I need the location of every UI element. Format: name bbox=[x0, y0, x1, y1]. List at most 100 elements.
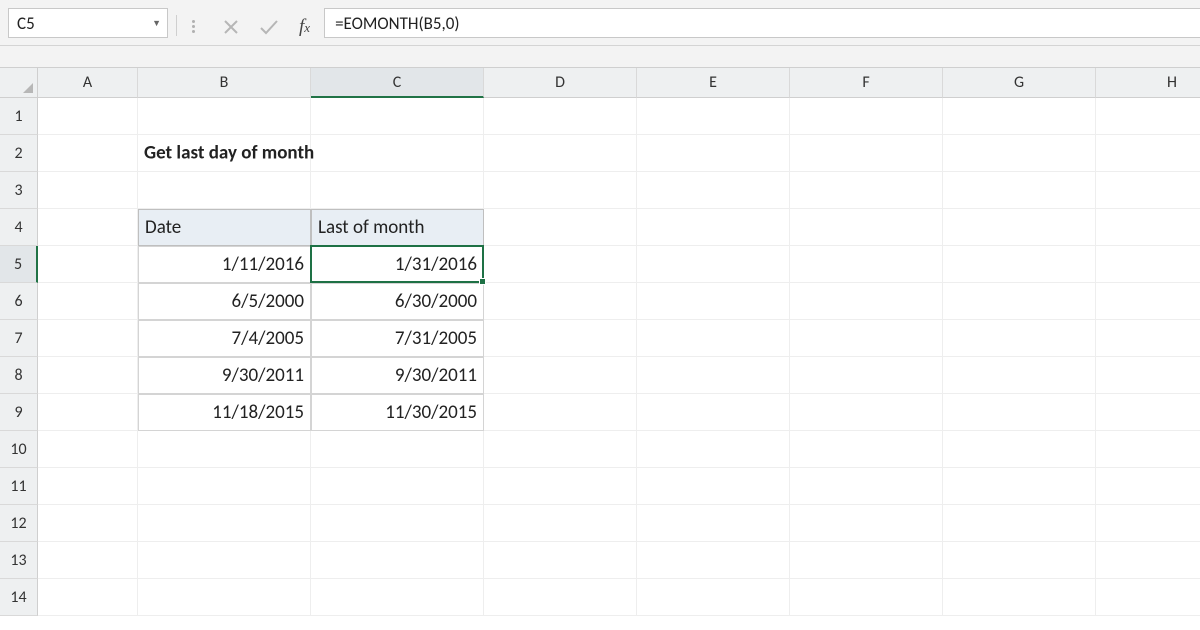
col-head-E[interactable]: E bbox=[637, 68, 790, 98]
cell-G3[interactable] bbox=[943, 172, 1096, 209]
cell-H13[interactable] bbox=[1096, 542, 1200, 579]
cell-C3[interactable] bbox=[311, 172, 484, 209]
cell-C11[interactable] bbox=[311, 468, 484, 505]
formula-input[interactable]: =EOMONTH(B5,0) bbox=[324, 8, 1200, 38]
cell-E4[interactable] bbox=[637, 209, 790, 246]
cell-D8[interactable] bbox=[484, 357, 637, 394]
cell-C13[interactable] bbox=[311, 542, 484, 579]
cell-C6[interactable]: 6/30/2000 bbox=[311, 283, 484, 320]
enter-icon[interactable] bbox=[259, 19, 279, 35]
cell-D12[interactable] bbox=[484, 505, 637, 542]
col-head-H[interactable]: H bbox=[1096, 68, 1200, 98]
cell-E2[interactable] bbox=[637, 135, 790, 172]
cell-D6[interactable] bbox=[484, 283, 637, 320]
cancel-icon[interactable] bbox=[223, 19, 239, 35]
cell-C9[interactable]: 11/30/2015 bbox=[311, 394, 484, 431]
cell-G1[interactable] bbox=[943, 98, 1096, 135]
row-head-5[interactable]: 5 bbox=[0, 246, 38, 283]
cell-F4[interactable] bbox=[790, 209, 943, 246]
cell-F9[interactable] bbox=[790, 394, 943, 431]
cell-B4[interactable]: Date bbox=[138, 209, 311, 246]
cell-C5[interactable]: 1/31/2016 bbox=[311, 246, 484, 283]
cell-B9[interactable]: 11/18/2015 bbox=[138, 394, 311, 431]
cell-G10[interactable] bbox=[943, 431, 1096, 468]
cell-C14[interactable] bbox=[311, 579, 484, 616]
cell-D9[interactable] bbox=[484, 394, 637, 431]
cell-A3[interactable] bbox=[38, 172, 138, 209]
cell-B6[interactable]: 6/5/2000 bbox=[138, 283, 311, 320]
row-head-13[interactable]: 13 bbox=[0, 542, 38, 579]
col-head-A[interactable]: A bbox=[38, 68, 138, 98]
cell-H5[interactable] bbox=[1096, 246, 1200, 283]
row-head-14[interactable]: 14 bbox=[0, 579, 38, 616]
cell-H10[interactable] bbox=[1096, 431, 1200, 468]
cell-A2[interactable] bbox=[38, 135, 138, 172]
cell-A4[interactable] bbox=[38, 209, 138, 246]
cell-E6[interactable] bbox=[637, 283, 790, 320]
cell-B3[interactable] bbox=[138, 172, 311, 209]
cell-F12[interactable] bbox=[790, 505, 943, 542]
cell-A14[interactable] bbox=[38, 579, 138, 616]
cell-H1[interactable] bbox=[1096, 98, 1200, 135]
cell-B8[interactable]: 9/30/2011 bbox=[138, 357, 311, 394]
cell-B14[interactable] bbox=[138, 579, 311, 616]
insert-function-icon[interactable]: fx bbox=[299, 17, 310, 36]
cell-E12[interactable] bbox=[637, 505, 790, 542]
cell-C4[interactable]: Last of month bbox=[311, 209, 484, 246]
cell-C7[interactable]: 7/31/2005 bbox=[311, 320, 484, 357]
cell-H7[interactable] bbox=[1096, 320, 1200, 357]
row-head-11[interactable]: 11 bbox=[0, 468, 38, 505]
cell-B5[interactable]: 1/11/2016 bbox=[138, 246, 311, 283]
cell-D10[interactable] bbox=[484, 431, 637, 468]
cell-E3[interactable] bbox=[637, 172, 790, 209]
row-head-3[interactable]: 3 bbox=[0, 172, 38, 209]
cell-A7[interactable] bbox=[38, 320, 138, 357]
cell-F10[interactable] bbox=[790, 431, 943, 468]
cell-F14[interactable] bbox=[790, 579, 943, 616]
cell-H4[interactable] bbox=[1096, 209, 1200, 246]
cell-C12[interactable] bbox=[311, 505, 484, 542]
cell-B7[interactable]: 7/4/2005 bbox=[138, 320, 311, 357]
cell-G5[interactable] bbox=[943, 246, 1096, 283]
cell-G6[interactable] bbox=[943, 283, 1096, 320]
cell-F13[interactable] bbox=[790, 542, 943, 579]
cell-D2[interactable] bbox=[484, 135, 637, 172]
row-head-4[interactable]: 4 bbox=[0, 209, 38, 246]
cell-B2[interactable]: Get last day of month bbox=[138, 135, 311, 172]
cell-E10[interactable] bbox=[637, 431, 790, 468]
row-head-2[interactable]: 2 bbox=[0, 135, 38, 172]
cell-G2[interactable] bbox=[943, 135, 1096, 172]
cell-H6[interactable] bbox=[1096, 283, 1200, 320]
cell-C10[interactable] bbox=[311, 431, 484, 468]
col-head-D[interactable]: D bbox=[484, 68, 637, 98]
cell-D11[interactable] bbox=[484, 468, 637, 505]
cell-A10[interactable] bbox=[38, 431, 138, 468]
row-head-12[interactable]: 12 bbox=[0, 505, 38, 542]
cell-C1[interactable] bbox=[311, 98, 484, 135]
cell-F1[interactable] bbox=[790, 98, 943, 135]
cell-G8[interactable] bbox=[943, 357, 1096, 394]
cell-A12[interactable] bbox=[38, 505, 138, 542]
formula-bar-grip-icon[interactable] bbox=[185, 8, 201, 45]
row-head-10[interactable]: 10 bbox=[0, 431, 38, 468]
cell-E9[interactable] bbox=[637, 394, 790, 431]
cell-E5[interactable] bbox=[637, 246, 790, 283]
cell-G13[interactable] bbox=[943, 542, 1096, 579]
cell-H3[interactable] bbox=[1096, 172, 1200, 209]
cell-F8[interactable] bbox=[790, 357, 943, 394]
row-head-1[interactable]: 1 bbox=[0, 98, 38, 135]
row-head-9[interactable]: 9 bbox=[0, 394, 38, 431]
cell-H11[interactable] bbox=[1096, 468, 1200, 505]
cell-A11[interactable] bbox=[38, 468, 138, 505]
col-head-B[interactable]: B bbox=[138, 68, 311, 98]
cell-A13[interactable] bbox=[38, 542, 138, 579]
cell-G4[interactable] bbox=[943, 209, 1096, 246]
cell-D14[interactable] bbox=[484, 579, 637, 616]
cell-F11[interactable] bbox=[790, 468, 943, 505]
cell-A1[interactable] bbox=[38, 98, 138, 135]
cell-A9[interactable] bbox=[38, 394, 138, 431]
cell-E1[interactable] bbox=[637, 98, 790, 135]
cell-A5[interactable] bbox=[38, 246, 138, 283]
cell-G9[interactable] bbox=[943, 394, 1096, 431]
cell-H2[interactable] bbox=[1096, 135, 1200, 172]
